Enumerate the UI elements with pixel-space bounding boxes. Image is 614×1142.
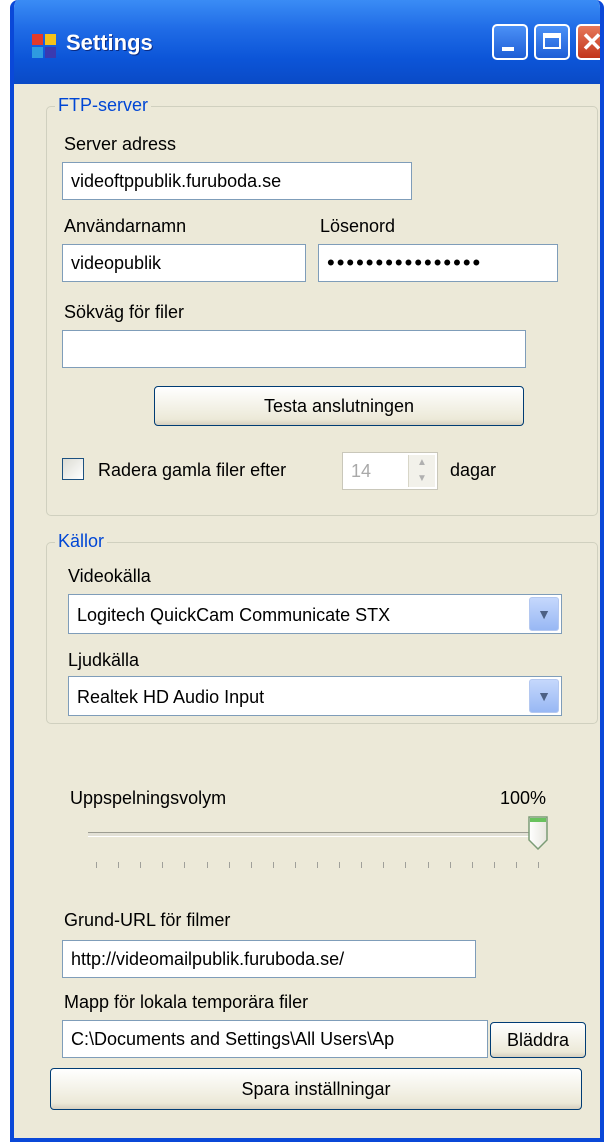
slider-tick bbox=[272, 862, 274, 868]
slider-tick bbox=[361, 862, 363, 868]
slider-tick bbox=[228, 862, 230, 868]
ftp-server-legend: FTP-server bbox=[55, 95, 151, 116]
delete-old-files-checkbox[interactable] bbox=[62, 458, 84, 480]
spin-down-icon[interactable]: ▼ bbox=[409, 471, 435, 487]
slider-tick bbox=[471, 862, 473, 868]
close-button[interactable]: ✕ bbox=[576, 24, 603, 60]
base-url-input[interactable] bbox=[62, 940, 476, 978]
video-source-label: Videokälla bbox=[68, 566, 151, 586]
minimize-icon bbox=[502, 47, 514, 51]
username-label: Användarnamn bbox=[64, 216, 187, 236]
video-source-select[interactable]: Logitech QuickCam Communicate STX ▼ bbox=[68, 594, 562, 634]
slider-tick bbox=[515, 862, 517, 868]
delete-old-files-label: Radera gamla filer efter bbox=[98, 460, 287, 480]
temp-folder-input[interactable] bbox=[62, 1020, 488, 1058]
password-label: Lösenord bbox=[320, 216, 396, 236]
chevron-down-icon[interactable]: ▼ bbox=[529, 597, 559, 631]
slider-thumb-icon[interactable] bbox=[527, 816, 549, 850]
slider-tick bbox=[427, 862, 429, 868]
slider-tick bbox=[96, 862, 97, 868]
slider-tick bbox=[206, 862, 208, 868]
chevron-down-icon[interactable]: ▼ bbox=[529, 679, 559, 713]
slider-tick bbox=[184, 862, 186, 868]
maximize-icon bbox=[543, 33, 561, 49]
file-path-input[interactable] bbox=[62, 330, 526, 368]
playback-volume-value: 100% bbox=[500, 788, 547, 808]
slider-tick bbox=[294, 862, 296, 868]
window-title: Settings bbox=[66, 30, 153, 55]
server-address-input[interactable] bbox=[62, 162, 412, 200]
slider-tick bbox=[118, 862, 120, 868]
slider-tick bbox=[317, 862, 318, 868]
close-icon: ✕ bbox=[581, 27, 603, 57]
maximize-button[interactable] bbox=[534, 24, 570, 60]
password-input[interactable] bbox=[318, 244, 558, 282]
slider-tick bbox=[250, 862, 252, 868]
app-icon bbox=[32, 34, 56, 58]
playback-volume-label: Uppspelningsvolym bbox=[70, 788, 227, 808]
slider-tick bbox=[140, 862, 142, 868]
slider-tick bbox=[405, 862, 407, 868]
slider-tick bbox=[383, 862, 385, 868]
days-value: 14 bbox=[351, 461, 372, 481]
slider-tick bbox=[339, 862, 341, 868]
minimize-button[interactable] bbox=[492, 24, 528, 60]
base-url-label: Grund-URL för filmer bbox=[64, 910, 231, 930]
title-bar[interactable]: Settings ✕ bbox=[14, 0, 600, 84]
audio-source-select[interactable]: Realtek HD Audio Input ▼ bbox=[68, 676, 562, 716]
slider-tick bbox=[493, 862, 495, 868]
file-path-label: Sökväg för filer bbox=[64, 302, 185, 322]
server-address-label: Server adress bbox=[64, 134, 177, 154]
slider-track[interactable] bbox=[88, 832, 542, 837]
username-input[interactable] bbox=[62, 244, 306, 282]
slider-tick bbox=[538, 862, 539, 868]
save-settings-button[interactable]: Spara inställningar bbox=[50, 1068, 582, 1110]
video-source-value: Logitech QuickCam Communicate STX bbox=[77, 605, 391, 625]
audio-source-value: Realtek HD Audio Input bbox=[77, 687, 265, 707]
days-unit-label: dagar bbox=[450, 460, 497, 480]
sources-legend: Källor bbox=[55, 531, 108, 552]
spin-up-icon[interactable]: ▲ bbox=[409, 455, 435, 471]
slider-tick bbox=[162, 862, 164, 868]
days-spinner[interactable]: 14 ▲ ▼ bbox=[342, 452, 438, 490]
browse-button[interactable]: Bläddra bbox=[490, 1022, 586, 1058]
slider-tick bbox=[449, 862, 451, 868]
test-connection-button[interactable]: Testa anslutningen bbox=[154, 386, 524, 426]
settings-window: Settings ✕ FTP-server Server adress Anvä… bbox=[10, 0, 604, 1142]
temp-folder-label: Mapp för lokala temporära filer bbox=[64, 992, 309, 1012]
audio-source-label: Ljudkälla bbox=[68, 650, 140, 670]
